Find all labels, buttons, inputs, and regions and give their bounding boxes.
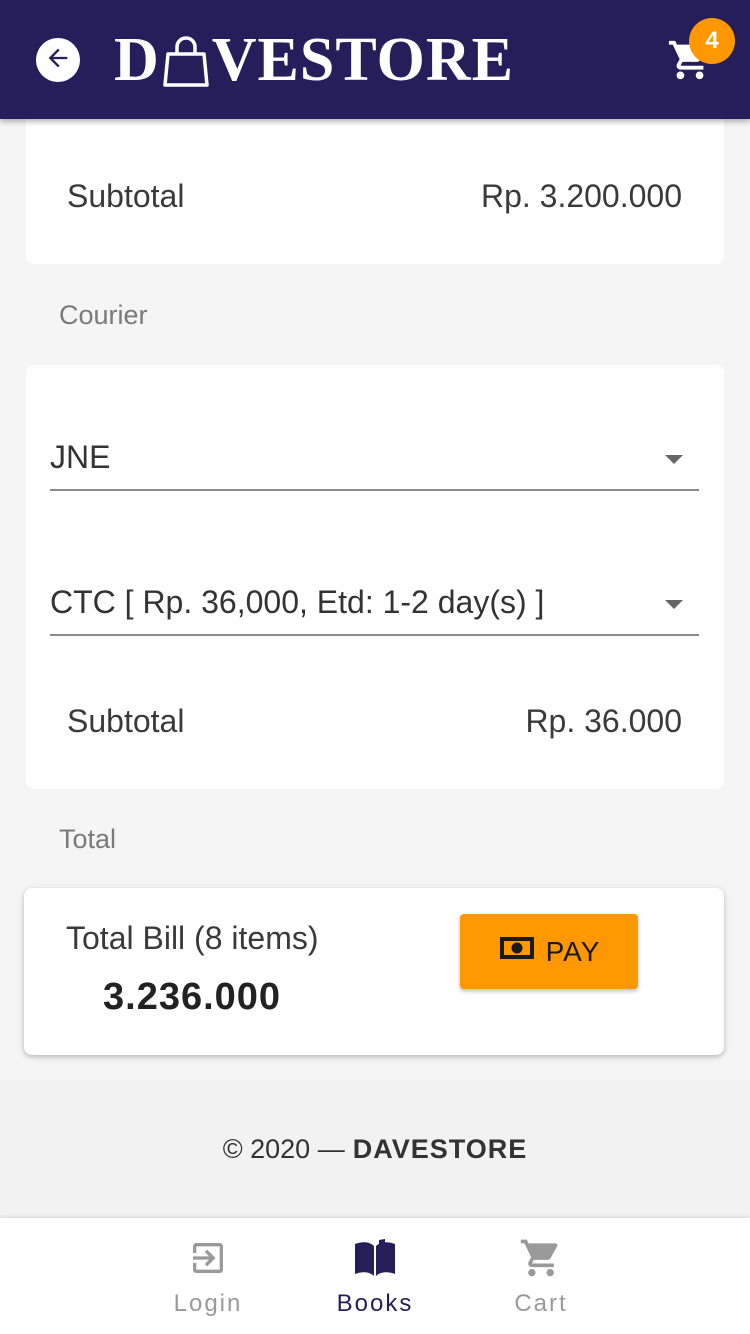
back-button[interactable] xyxy=(36,38,80,82)
courier-card: JNE CTC [ Rp. 36,000, Etd: 1-2 day(s) ] … xyxy=(26,365,724,789)
nav-item-cart[interactable]: Cart xyxy=(458,1218,624,1334)
total-bill-amount: 3.236.000 xyxy=(103,976,282,1018)
page-footer: © 2020 — DAVESTORE xyxy=(0,1080,750,1218)
nav-label-cart: Cart xyxy=(514,1290,568,1317)
brand-text-end: VESTORE xyxy=(211,25,514,94)
courier-section-title: Courier xyxy=(59,300,148,330)
brand-logo[interactable]: D VESTORE xyxy=(114,26,514,94)
products-subtotal-label: Subtotal xyxy=(67,178,185,214)
total-card: Total Bill (8 items) 3.236.000 PAY xyxy=(24,888,724,1055)
pay-button-label: PAY xyxy=(545,935,601,967)
chevron-down-icon xyxy=(665,455,683,464)
courier-service-select[interactable]: CTC [ Rp. 36,000, Etd: 1-2 day(s) ] xyxy=(50,576,699,636)
total-bill-label: Total Bill (8 items) xyxy=(66,920,319,956)
cart-count-badge: 4 xyxy=(689,18,735,64)
courier-select-value: JNE xyxy=(50,439,111,475)
cart-icon xyxy=(519,1236,563,1280)
nav-item-books[interactable]: Books xyxy=(292,1218,458,1334)
nav-label-books: Books xyxy=(336,1290,414,1317)
courier-subtotal-label: Subtotal xyxy=(67,703,185,739)
brand-text-start: D xyxy=(114,25,160,94)
products-card: Subtotal Rp. 3.200.000 xyxy=(26,100,724,264)
chevron-down-icon xyxy=(665,600,683,609)
footer-brand: DAVESTORE xyxy=(352,1133,528,1164)
app-bar: D VESTORE 4 xyxy=(0,0,750,119)
money-icon xyxy=(498,935,536,968)
nav-label-login: Login xyxy=(173,1290,243,1317)
book-icon xyxy=(351,1236,399,1280)
courier-service-value: CTC [ Rp. 36,000, Etd: 1-2 day(s) ] xyxy=(50,584,545,620)
total-section-title: Total xyxy=(59,824,117,854)
shopping-bag-icon xyxy=(162,32,210,88)
login-icon xyxy=(188,1236,228,1280)
nav-item-login[interactable]: Login xyxy=(125,1218,291,1334)
bottom-navigation: Login Books Cart xyxy=(0,1218,750,1334)
arrow-left-icon xyxy=(44,44,72,77)
courier-subtotal-value: Rp. 36.000 xyxy=(525,703,682,739)
pay-button[interactable]: PAY xyxy=(460,914,638,989)
products-subtotal-value: Rp. 3.200.000 xyxy=(480,178,682,214)
footer-copyright: © 2020 — xyxy=(222,1133,345,1164)
courier-select[interactable]: JNE xyxy=(50,431,699,491)
